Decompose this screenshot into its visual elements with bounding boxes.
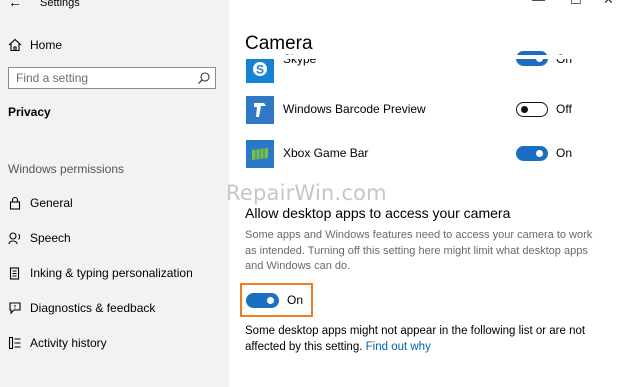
title-bar: ← Settings bbox=[0, 0, 229, 14]
sidebar-item-general[interactable]: General bbox=[8, 194, 73, 212]
sidebar-item-label: Speech bbox=[30, 231, 71, 245]
toggle-knob bbox=[521, 105, 528, 113]
app-row-xbox-game-bar: Xbox Game Bar On bbox=[246, 140, 606, 168]
sidebar-item-speech[interactable]: Speech bbox=[8, 229, 71, 247]
desktop-apps-description: Some apps and Windows features need to a… bbox=[245, 229, 593, 272]
back-button[interactable]: ← bbox=[8, 0, 22, 10]
home-nav-item[interactable]: Home bbox=[8, 36, 62, 54]
feedback-icon bbox=[8, 301, 22, 315]
xbox-game-bar-icon bbox=[246, 140, 274, 168]
app-name: Xbox Game Bar bbox=[283, 146, 369, 160]
desktop-apps-toggle-state: On bbox=[287, 293, 304, 307]
toggle-knob bbox=[267, 297, 274, 304]
group-title: Windows permissions bbox=[8, 162, 125, 176]
activity-history-icon bbox=[8, 336, 22, 350]
desktop-apps-heading: Allow desktop apps to access your camera bbox=[245, 205, 511, 221]
speech-icon bbox=[8, 231, 22, 245]
xbox-game-bar-toggle[interactable] bbox=[516, 146, 548, 161]
desktop-apps-note: Some desktop apps might not appear in th… bbox=[245, 323, 605, 355]
sidebar-item-label: Inking & typing personalization bbox=[30, 266, 193, 280]
sidebar-item-diagnostics[interactable]: Diagnostics & feedback bbox=[8, 299, 155, 317]
skype-icon: S bbox=[246, 55, 274, 83]
watermark: RepairWin.com bbox=[226, 181, 387, 205]
app-row-barcode-preview: Windows Barcode Preview Off bbox=[246, 96, 606, 124]
desktop-apps-toggle[interactable] bbox=[246, 293, 279, 308]
clipboard-icon bbox=[8, 266, 22, 280]
sidebar-item-label: Activity history bbox=[30, 336, 107, 350]
sidebar-item-label: General bbox=[30, 196, 73, 210]
search-icon[interactable] bbox=[197, 71, 211, 85]
app-title: Settings bbox=[40, 0, 80, 9]
find-out-why-link[interactable]: Find out why bbox=[366, 341, 431, 353]
sidebar-item-label: Diagnostics & feedback bbox=[30, 301, 156, 315]
app-row-skype: S Skype On bbox=[246, 51, 606, 83]
home-icon bbox=[8, 38, 22, 52]
toggle-state-label: On bbox=[556, 146, 573, 160]
sidebar: ← Settings Home Privacy Windows permissi… bbox=[0, 0, 229, 387]
app-name: Windows Barcode Preview bbox=[283, 102, 426, 116]
barcode-scanner-icon bbox=[246, 96, 274, 124]
toggle-state-label: Off bbox=[556, 102, 572, 116]
section-title: Privacy bbox=[8, 105, 51, 119]
search-input[interactable] bbox=[9, 68, 189, 88]
home-label: Home bbox=[30, 38, 63, 52]
lock-icon bbox=[8, 196, 22, 210]
sidebar-item-inking[interactable]: Inking & typing personalization bbox=[8, 264, 193, 282]
svg-text:S: S bbox=[256, 63, 264, 77]
sidebar-item-activity-history[interactable]: Activity history bbox=[8, 334, 107, 352]
barcode-preview-toggle[interactable] bbox=[516, 102, 548, 117]
toggle-knob bbox=[536, 150, 543, 157]
scroll-clip bbox=[229, 55, 620, 59]
page-title: Camera bbox=[245, 33, 313, 54]
search-box[interactable] bbox=[8, 67, 216, 89]
